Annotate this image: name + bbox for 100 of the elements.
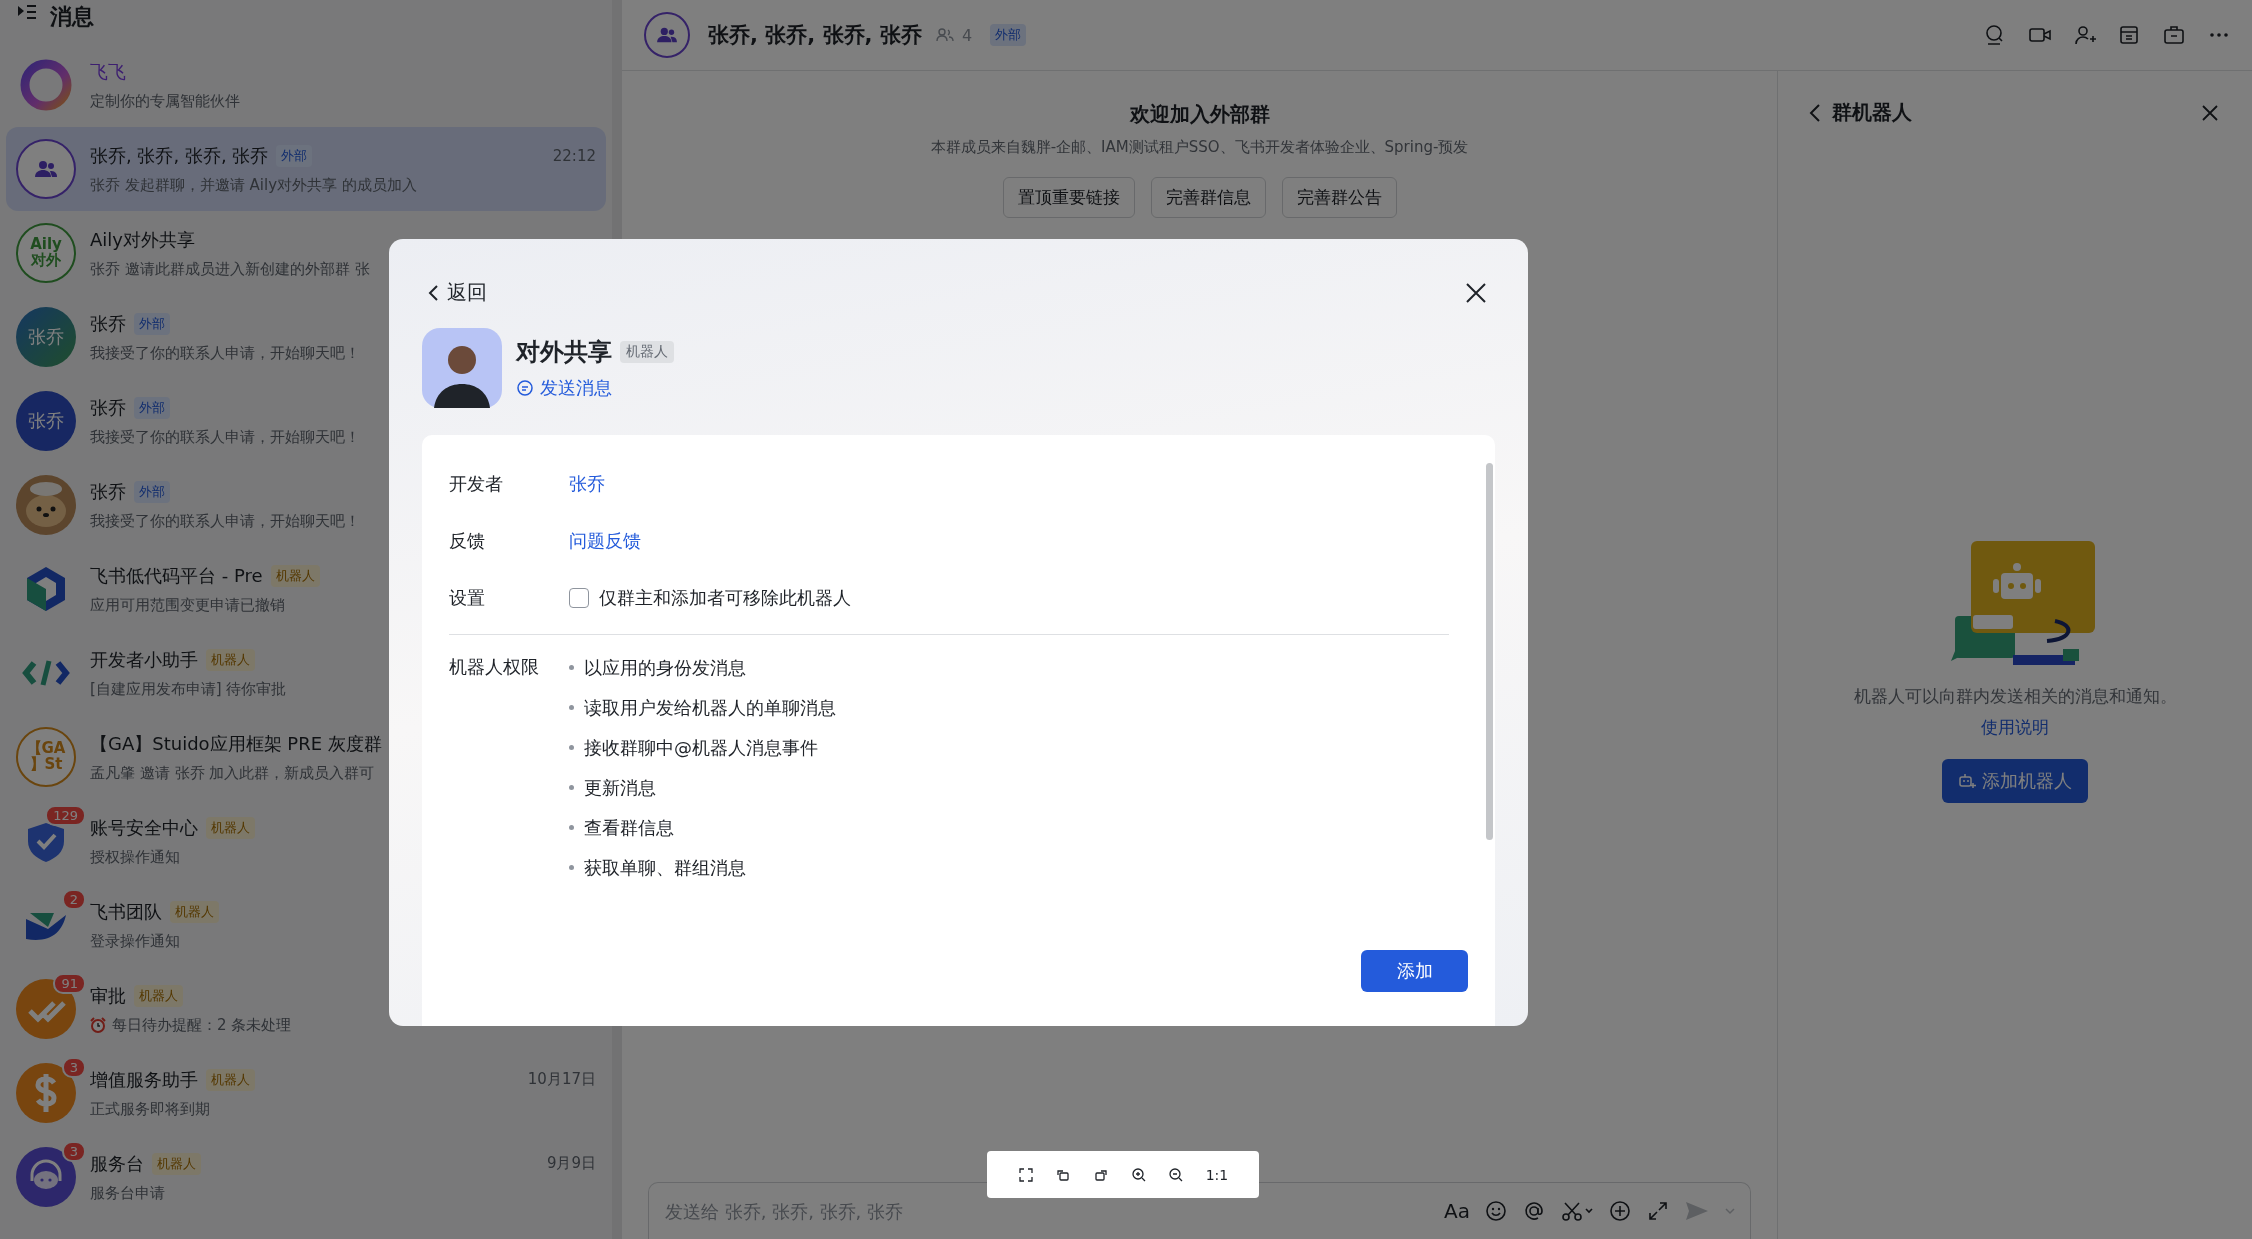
chat-preview: 孟凡肇 邀请 张乔 加入此群，新成员入群可 bbox=[90, 763, 375, 783]
chat-name: 飞书低代码平台 - Pre bbox=[90, 563, 263, 588]
permission-item: 读取用户发给机器人的单聊消息 bbox=[584, 695, 836, 720]
chat-preview: 张乔 邀请此群成员进入新创建的外部群 张 bbox=[90, 259, 370, 279]
panel-title: 群机器人 bbox=[1832, 99, 1912, 126]
briefcase-icon[interactable] bbox=[2162, 24, 2186, 46]
bot-name: 对外共享 bbox=[516, 337, 612, 368]
tag: 机器人 bbox=[270, 564, 320, 587]
checkbox[interactable] bbox=[569, 587, 589, 608]
usage-guide-link[interactable]: 使用说明 bbox=[1981, 716, 2049, 739]
chat-item[interactable]: 飞飞 定制你的专属智能伙伴 bbox=[6, 43, 606, 127]
bullet-icon bbox=[569, 825, 574, 830]
scrollbar[interactable] bbox=[1486, 463, 1493, 840]
chat-preview: [自建应用发布申请] 待你审批 bbox=[90, 679, 287, 699]
chat-name: 审批 bbox=[90, 983, 126, 1008]
chat-item[interactable]: 3 服务台 机器人 9月9日 服务台申请 bbox=[6, 1135, 606, 1219]
text-avatar: Aily 对外 bbox=[16, 223, 76, 283]
back-icon bbox=[427, 282, 439, 303]
tag: 机器人 bbox=[206, 1068, 255, 1091]
dollar-icon bbox=[16, 1063, 76, 1123]
field-label: 机器人权限 bbox=[449, 655, 540, 679]
field-label: 设置 bbox=[449, 585, 486, 610]
avatar-silhouette-icon bbox=[422, 328, 502, 408]
developer-link[interactable]: 张乔 bbox=[569, 471, 605, 496]
chat-item[interactable]: 3 增值服务助手 机器人 10月17日 正式服务即将到期 bbox=[6, 1051, 606, 1135]
unread-count: 91 bbox=[53, 973, 86, 994]
members-icon bbox=[935, 27, 954, 43]
bullet-icon bbox=[569, 865, 574, 870]
close-icon[interactable] bbox=[1464, 280, 1488, 305]
tag: 外部 bbox=[134, 312, 170, 335]
chat-preview: 我接受了你的联系人申请，开始聊天吧！ bbox=[90, 427, 360, 447]
feedback-link[interactable]: 问题反馈 bbox=[569, 528, 641, 553]
text-avatar: 【GA 】St bbox=[16, 727, 76, 787]
bullet-icon bbox=[569, 745, 574, 750]
menu-icon[interactable] bbox=[16, 2, 38, 22]
chat-item[interactable]: 91 审批 机器人 每日待办提醒：2 条未处理 bbox=[6, 967, 606, 1051]
welcome-subtitle: 本群成员来自魏胖-企邮、IAM测试租户SSO、飞书开发者体验企业、Spring-预发 bbox=[930, 138, 1469, 157]
expand-icon[interactable] bbox=[1646, 1199, 1670, 1223]
tag: 外部 bbox=[134, 396, 170, 419]
send-message-link[interactable]: 发送消息 bbox=[516, 376, 674, 400]
chat-name: 开发者小助手 bbox=[90, 647, 198, 672]
initials-avatar: 张乔 bbox=[16, 391, 76, 451]
bullet-icon bbox=[569, 665, 574, 670]
chat-preview: 服务台申请 bbox=[90, 1183, 165, 1203]
bullet-icon bbox=[569, 705, 574, 710]
fullscreen-icon[interactable] bbox=[1017, 1166, 1034, 1183]
mention-icon[interactable] bbox=[1522, 1199, 1546, 1223]
chat-name: 张乔 bbox=[90, 479, 126, 504]
chat-item[interactable]: 张乔, 张乔, 张乔, 张乔 外部 22:12 张乔 发起群聊，并邀请 Aily对外共享 的成员加入 bbox=[6, 127, 606, 211]
tag: 机器人 bbox=[206, 816, 255, 839]
tag: 外部 bbox=[134, 480, 170, 503]
welcome-action-button[interactable]: 完善群公告 bbox=[1281, 177, 1397, 218]
chat-name: 飞飞 bbox=[90, 59, 126, 84]
unread-count: 3 bbox=[61, 1057, 86, 1078]
unread-count: 129 bbox=[45, 805, 86, 826]
group-avatar bbox=[644, 12, 690, 58]
sidebar-title: 消息 bbox=[50, 3, 94, 31]
chat-name: 增值服务助手 bbox=[90, 1067, 198, 1092]
unread-count: 3 bbox=[61, 1141, 86, 1162]
chat-name: Aily对外共享 bbox=[90, 227, 195, 252]
back-button[interactable]: 返回 bbox=[427, 279, 487, 306]
add-icon[interactable] bbox=[1608, 1199, 1632, 1223]
chat-preview: 应用可用范围变更申请已撤销 bbox=[90, 595, 285, 615]
tag: 机器人 bbox=[170, 900, 219, 923]
tag: 外部 bbox=[990, 24, 1027, 46]
actual-size-button[interactable]: 1:1 bbox=[1205, 1166, 1229, 1183]
checkbox-label: 仅群主和添加者可移除此机器人 bbox=[599, 585, 851, 610]
chat-item[interactable]: 2 飞书团队 机器人 登录操作通知 bbox=[6, 883, 606, 967]
tag: 机器人 bbox=[206, 648, 255, 671]
add-bot-button[interactable]: 添加机器人 bbox=[1942, 759, 2088, 803]
permission-item: 查看群信息 bbox=[584, 815, 674, 840]
zoom-out-icon[interactable] bbox=[1168, 1166, 1185, 1183]
robot-plus-icon bbox=[1958, 773, 1976, 789]
chat-preview: 登录操作通知 bbox=[90, 931, 180, 951]
welcome-action-button[interactable]: 完善群信息 bbox=[1150, 177, 1266, 218]
add-member-icon[interactable] bbox=[2074, 24, 2096, 46]
permission-item: 更新消息 bbox=[584, 775, 656, 800]
back-icon[interactable] bbox=[1808, 101, 1822, 124]
chat-name: 张乔, 张乔, 张乔, 张乔 bbox=[90, 143, 269, 168]
chat-preview: 张乔 发起群聊，并邀请 Aily对外共享 的成员加入 bbox=[90, 175, 417, 195]
format-button[interactable]: Aa bbox=[1444, 1199, 1470, 1223]
bullet-icon bbox=[569, 785, 574, 790]
unread-count: 2 bbox=[61, 889, 86, 910]
chat-name: 【GA】Stuido应用框架 PRE 灰度群 bbox=[90, 731, 382, 756]
permission-item: 接收群聊中@机器人消息事件 bbox=[584, 735, 818, 760]
field-label: 反馈 bbox=[449, 528, 486, 553]
zoom-in-icon[interactable] bbox=[1130, 1166, 1147, 1183]
chat-name: 飞书团队 bbox=[90, 899, 162, 924]
chat-name: 账号安全中心 bbox=[90, 815, 198, 840]
welcome-action-button[interactable]: 置顶重要链接 bbox=[1002, 177, 1135, 218]
add-button[interactable]: 添加 bbox=[1361, 950, 1468, 992]
chat-preview: 我接受了你的联系人申请，开始聊天吧！ bbox=[90, 511, 360, 531]
tag: 机器人 bbox=[152, 1152, 201, 1175]
emoji-icon[interactable] bbox=[1484, 1199, 1508, 1223]
field-label: 开发者 bbox=[449, 471, 504, 496]
tag: 机器人 bbox=[134, 984, 183, 1007]
welcome-title: 欢迎加入外部群 bbox=[1129, 101, 1270, 128]
calendar-icon[interactable] bbox=[2118, 24, 2140, 46]
chat-preview: 每日待办提醒：2 条未处理 bbox=[112, 1015, 292, 1035]
chat-preview: 定制你的专属智能伙伴 bbox=[90, 91, 240, 111]
